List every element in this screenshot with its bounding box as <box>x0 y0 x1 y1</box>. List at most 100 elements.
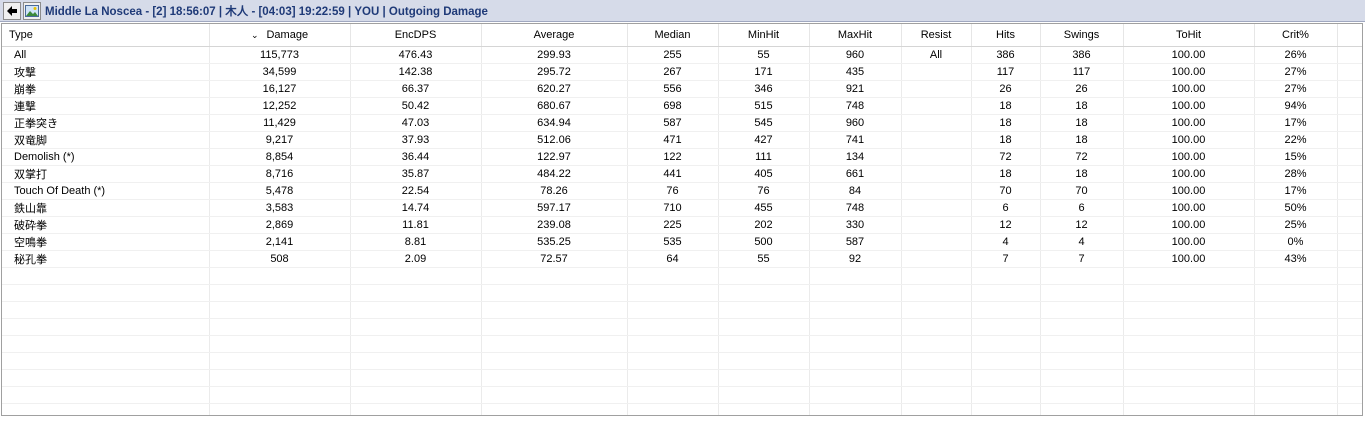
table-cell: 70 <box>971 182 1041 200</box>
table-row[interactable]: Demolish (*) 8,854 36.44 122.97 122 111 134 72 7… <box>2 148 1362 166</box>
empty-cell <box>209 352 351 370</box>
table-cell: 267 <box>627 63 719 81</box>
empty-cell <box>350 267 482 285</box>
empty-cell <box>1040 284 1124 302</box>
empty-cell <box>971 369 1041 387</box>
table-cell: 295.72 <box>481 63 628 81</box>
table-cell: 100.00 <box>1123 63 1255 81</box>
table-cell: All <box>2 46 210 64</box>
back-arrow-icon[interactable] <box>3 1 21 20</box>
table-cell: 515 <box>718 97 810 115</box>
empty-cell <box>627 267 719 285</box>
empty-row <box>2 335 1362 353</box>
table-cell: Demolish (*) <box>2 148 210 166</box>
filler-cell <box>1337 233 1362 251</box>
table-row[interactable]: 攻撃 34,599 142.38 295.72 267 171 435 117 117 100.0… <box>2 63 1362 81</box>
empty-cell <box>971 301 1041 319</box>
table-cell: 7 <box>971 250 1041 268</box>
empty-cell <box>1123 403 1255 415</box>
empty-cell <box>1254 301 1338 319</box>
table-cell: 26% <box>1254 46 1338 64</box>
table-cell <box>901 216 972 234</box>
table-cell: 92 <box>809 250 902 268</box>
table-cell: 960 <box>809 114 902 132</box>
empty-cell <box>2 318 210 336</box>
filler-cell <box>1337 80 1362 98</box>
empty-cell <box>209 284 351 302</box>
empty-cell <box>1040 301 1124 319</box>
column-header-damage[interactable]: ⌄ Damage <box>209 24 351 47</box>
empty-row <box>2 284 1362 302</box>
table-row[interactable]: All 115,773 476.43 299.93 255 55 960 All 386 386 1… <box>2 46 1362 64</box>
table-cell: 43% <box>1254 250 1338 268</box>
table-row[interactable]: 鉄山靠 3,583 14.74 597.17 710 455 748 6 6 100.00 50% <box>2 199 1362 217</box>
table-row[interactable]: 正拳突き 11,429 47.03 634.94 587 545 960 18 18 100.00… <box>2 114 1362 132</box>
empty-row <box>2 403 1362 415</box>
table-cell: 455 <box>718 199 810 217</box>
table-cell: 26 <box>971 80 1041 98</box>
table-cell: 34,599 <box>209 63 351 81</box>
table-cell: 11,429 <box>209 114 351 132</box>
empty-cell <box>809 301 902 319</box>
table-cell: 破砕拳 <box>2 216 210 234</box>
table-cell: 386 <box>971 46 1041 64</box>
table-row[interactable]: 崩拳 16,127 66.37 620.27 556 346 921 26 26 100.00 27… <box>2 80 1362 98</box>
empty-cell <box>481 318 628 336</box>
table-cell: 4 <box>1040 233 1124 251</box>
table-row[interactable]: Touch Of Death (*) 5,478 22.54 78.26 76 76 84 7… <box>2 182 1362 200</box>
picture-icon[interactable] <box>23 1 41 20</box>
damage-grid[interactable]: Type ⌄ Damage EncDPS Average Median MinHi… <box>1 23 1363 416</box>
empty-cell <box>209 403 351 415</box>
table-row[interactable]: 秘孔拳 508 2.09 72.57 64 55 92 7 7 100.00 43% <box>2 250 1362 268</box>
table-cell: 100.00 <box>1123 182 1255 200</box>
table-cell: 6 <box>1040 199 1124 217</box>
empty-cell <box>718 335 810 353</box>
table-cell: 100.00 <box>1123 165 1255 183</box>
empty-cell <box>350 318 482 336</box>
column-header-encdps[interactable]: EncDPS <box>350 24 482 47</box>
column-header-minhit[interactable]: MinHit <box>718 24 810 47</box>
table-cell: Touch Of Death (*) <box>2 182 210 200</box>
table-cell: 661 <box>809 165 902 183</box>
empty-cell <box>627 403 719 415</box>
column-header-median[interactable]: Median <box>627 24 719 47</box>
column-header-swings[interactable]: Swings <box>1040 24 1124 47</box>
column-header-tohit[interactable]: ToHit <box>1123 24 1255 47</box>
empty-cell <box>1123 284 1255 302</box>
empty-cell <box>2 386 210 404</box>
table-row[interactable]: 双掌打 8,716 35.87 484.22 441 405 661 18 18 100.00 28… <box>2 165 1362 183</box>
empty-row <box>2 267 1362 285</box>
column-header-average[interactable]: Average <box>481 24 628 47</box>
empty-cell <box>209 267 351 285</box>
column-header-crit[interactable]: Crit% <box>1254 24 1338 47</box>
table-cell: 346 <box>718 80 810 98</box>
column-header-resist[interactable]: Resist <box>901 24 972 47</box>
table-cell: 471 <box>627 131 719 149</box>
table-cell: 8.81 <box>350 233 482 251</box>
table-row[interactable]: 双竜脚 9,217 37.93 512.06 471 427 741 18 18 100.00 22… <box>2 131 1362 149</box>
table-cell: 35.87 <box>350 165 482 183</box>
empty-cell <box>971 352 1041 370</box>
table-row[interactable]: 破砕拳 2,869 11.81 239.08 225 202 330 12 12 100.00 25… <box>2 216 1362 234</box>
empty-cell <box>1254 352 1338 370</box>
table-cell: 22.54 <box>350 182 482 200</box>
table-cell: 76 <box>627 182 719 200</box>
table-cell: 2,141 <box>209 233 351 251</box>
column-header-hits[interactable]: Hits <box>971 24 1041 47</box>
empty-cell <box>971 284 1041 302</box>
empty-row <box>2 352 1362 370</box>
table-row[interactable]: 空鳴拳 2,141 8.81 535.25 535 500 587 4 4 100.00 0% <box>2 233 1362 251</box>
table-body: All 115,773 476.43 299.93 255 55 960 All 386 386 1… <box>2 46 1362 415</box>
table-cell: 72 <box>971 148 1041 166</box>
column-header-maxhit[interactable]: MaxHit <box>809 24 902 47</box>
empty-cell <box>901 403 972 415</box>
table-cell: 18 <box>1040 131 1124 149</box>
column-header-type[interactable]: Type <box>2 24 210 47</box>
empty-cell <box>718 301 810 319</box>
table-row[interactable]: 連撃 12,252 50.42 680.67 698 515 748 18 18 100.00 94… <box>2 97 1362 115</box>
table-cell <box>901 165 972 183</box>
empty-cell <box>1040 403 1124 415</box>
empty-cell <box>1337 386 1362 404</box>
empty-cell <box>1337 352 1362 370</box>
empty-cell <box>1123 352 1255 370</box>
